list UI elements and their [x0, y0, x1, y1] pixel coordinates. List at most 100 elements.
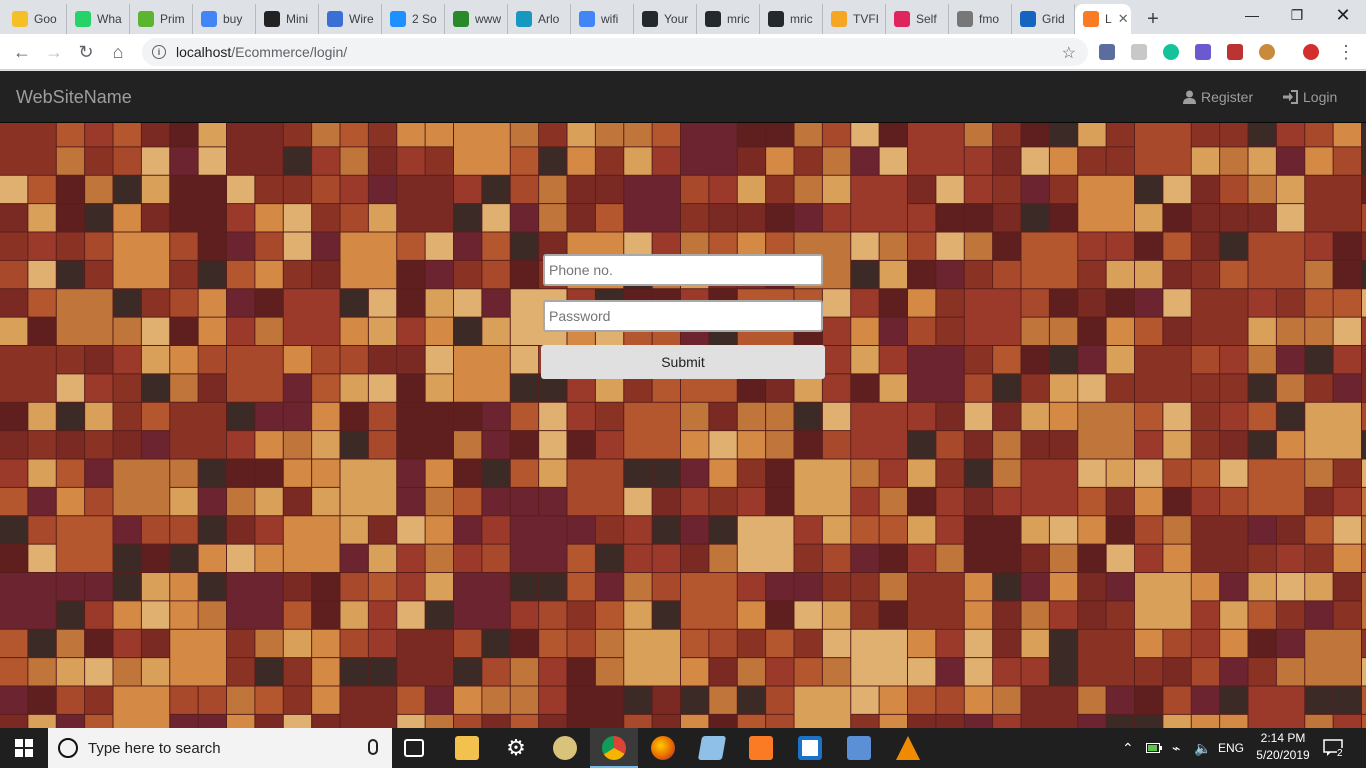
firefox-icon[interactable] — [651, 736, 675, 760]
browser-tab[interactable]: mric — [697, 4, 760, 34]
vlc-icon[interactable] — [896, 736, 920, 760]
browser-tab[interactable]: Goo — [4, 4, 67, 34]
extension-copy-icon[interactable] — [1131, 44, 1147, 60]
profile-avatar-icon[interactable] — [1303, 44, 1319, 60]
wood-tile — [879, 289, 907, 317]
wood-tile — [595, 175, 624, 204]
password-input[interactable] — [543, 300, 823, 332]
tab-label: L — [1105, 12, 1112, 26]
wood-tile — [908, 123, 964, 175]
pdf-icon[interactable] — [1227, 44, 1243, 60]
wood-tile — [425, 147, 453, 175]
battery-icon[interactable] — [1146, 728, 1162, 768]
action-center-icon[interactable]: 2 — [1323, 728, 1343, 768]
wood-tile — [1333, 544, 1361, 572]
minimize-button[interactable]: — — [1229, 0, 1275, 30]
wood-tile — [340, 232, 397, 289]
login-link[interactable]: Login — [1283, 89, 1337, 105]
browser-tab[interactable]: TVFI — [823, 4, 886, 34]
wood-tile — [368, 374, 397, 402]
browser-tab[interactable]: buy — [193, 4, 256, 34]
paint-icon[interactable] — [847, 736, 871, 760]
wood-tile — [1305, 260, 1333, 289]
browser-tab[interactable]: 2 So — [382, 4, 445, 34]
wood-tile — [1220, 658, 1248, 686]
language-indicator[interactable]: ENG — [1218, 728, 1244, 768]
new-tab-icon[interactable]: + — [1139, 5, 1167, 33]
browser-tab[interactable]: fmo — [949, 4, 1012, 34]
register-link[interactable]: Register — [1183, 89, 1253, 105]
address-bar[interactable]: i localhost/Ecommerce/login/ ☆ — [142, 38, 1088, 66]
bookmark-star-icon[interactable]: ☆ — [1062, 43, 1076, 63]
browser-tab[interactable]: Wha — [67, 4, 130, 34]
media-disc-icon[interactable] — [553, 736, 577, 760]
wood-tile — [227, 658, 255, 686]
wood-tile — [0, 232, 28, 260]
wood-tile — [681, 629, 709, 658]
tab-close-icon[interactable]: ✕ — [1118, 11, 1129, 27]
wood-tile — [993, 714, 1021, 728]
browser-tab-active[interactable]: L ✕ — [1075, 4, 1131, 34]
maximize-button[interactable]: ❐ — [1274, 0, 1320, 30]
wifi-icon[interactable]: ⌁ — [1172, 728, 1180, 768]
wood-tile — [85, 573, 113, 601]
wood-tile — [283, 629, 312, 658]
browser-tab[interactable]: Wire — [319, 4, 382, 34]
info-icon[interactable]: i — [152, 45, 166, 59]
site-brand[interactable]: WebSiteName — [16, 87, 132, 108]
volume-icon[interactable]: 🔈 — [1194, 728, 1211, 768]
browser-tab[interactable]: www — [445, 4, 508, 34]
extension-color-icon[interactable] — [1195, 44, 1211, 60]
wood-tile — [1106, 459, 1134, 487]
browser-tab[interactable]: Prim — [130, 4, 193, 34]
wood-tile — [822, 544, 851, 572]
back-icon[interactable]: ← — [8, 38, 36, 66]
browser-tab[interactable]: Grid — [1012, 4, 1075, 34]
wood-tile — [794, 204, 822, 232]
wood-tile — [766, 487, 794, 516]
wood-tile — [936, 289, 964, 317]
browser-tab[interactable]: Mini — [256, 4, 319, 34]
wood-tile — [510, 147, 539, 175]
grammarly-icon[interactable] — [1163, 44, 1179, 60]
wood-tile — [1220, 459, 1248, 487]
browser-tab[interactable]: Self — [886, 4, 949, 34]
windows-start-button[interactable] — [0, 728, 48, 768]
app-square-icon[interactable] — [798, 736, 822, 760]
extension-puzzle-icon[interactable] — [1099, 44, 1115, 60]
wood-tile — [964, 516, 1021, 572]
wood-tile — [1106, 544, 1134, 572]
wood-tile — [1333, 260, 1361, 289]
wood-tile — [681, 431, 709, 459]
show-hidden-icons-icon[interactable]: ⌃ — [1122, 728, 1134, 768]
browser-tab[interactable]: Your — [634, 4, 697, 34]
taskbar-search[interactable]: Type here to search — [48, 728, 392, 768]
browser-tab[interactable]: wifi — [571, 4, 634, 34]
tab-label: Wire — [349, 12, 374, 26]
submit-button[interactable]: Submit — [541, 345, 825, 379]
wood-tile — [340, 573, 368, 601]
wood-tile — [936, 260, 964, 289]
phone-input[interactable] — [543, 254, 823, 286]
settings-gear-icon[interactable]: ⚙ — [504, 736, 528, 760]
system-clock[interactable]: 2:14 PM 5/20/2019 — [1252, 730, 1314, 764]
file-explorer-icon[interactable] — [455, 736, 479, 760]
browser-tab[interactable]: Arlo — [508, 4, 571, 34]
task-view-icon[interactable] — [404, 739, 424, 757]
wood-tile — [113, 516, 141, 544]
browser-tab[interactable]: mric — [760, 4, 823, 34]
forward-icon[interactable]: → — [40, 38, 68, 66]
xampp-icon[interactable] — [749, 736, 773, 760]
chrome-icon[interactable] — [602, 736, 626, 760]
home-icon[interactable]: ⌂ — [104, 38, 132, 66]
wood-tile — [851, 374, 879, 402]
wood-tile — [283, 658, 312, 686]
wood-tile — [85, 601, 113, 629]
wood-tile — [454, 544, 482, 572]
cookie-icon[interactable] — [1259, 44, 1275, 60]
menu-dots-icon[interactable]: ⋮ — [1332, 38, 1360, 66]
close-window-button[interactable]: ✕ — [1320, 0, 1366, 30]
microphone-icon[interactable] — [368, 739, 378, 755]
reload-icon[interactable]: ↻ — [72, 38, 100, 66]
notepad-icon[interactable] — [697, 736, 727, 760]
